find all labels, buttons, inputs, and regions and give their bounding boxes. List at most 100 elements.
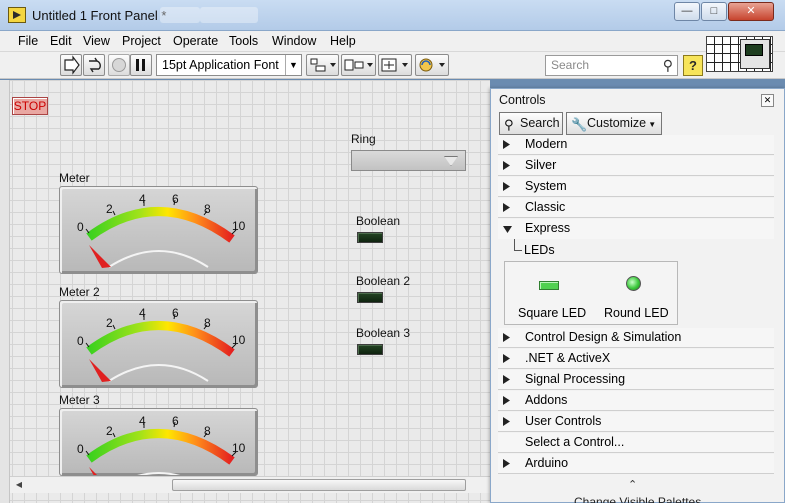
toolbar: 15pt Application Font ▼ Search ⚲ ? [0,52,785,79]
meter-scale-label: 0 [77,220,84,234]
palette-category-addons[interactable]: Addons [498,391,774,411]
meter-indicator[interactable]: 0 2 4 6 8 10 [59,186,258,274]
palette-category-modern[interactable]: Modern [498,135,774,155]
round-led-palette-item[interactable] [626,276,641,291]
align-objects-icon [310,58,336,72]
meter-scale-label: 10 [232,441,246,455]
category-label: System [525,179,567,193]
run-continuously-icon [89,57,101,73]
menu-tools[interactable]: Tools [229,34,258,48]
align-objects-button[interactable] [306,54,339,76]
palette-category-arduino[interactable]: Arduino [498,454,774,474]
square-led-label: Square LED [518,306,587,320]
menu-file[interactable]: File [18,34,38,48]
meter-scale-label: 2 [106,424,113,438]
scroll-left-arrow-icon[interactable]: ◀ [12,479,26,491]
meter-scale-label: 2 [106,316,113,330]
distribute-objects-icon [344,59,373,71]
meter-label: Meter [59,171,90,185]
meter-scale-label: 10 [232,219,246,233]
category-label: Express [525,221,571,235]
category-label: Signal Processing [525,372,626,386]
run-continuously-button[interactable] [83,54,105,76]
palette-category-signal-processing[interactable]: Signal Processing [498,370,774,390]
palette-category-classic[interactable]: Classic [498,198,774,218]
meter-scale-label: 0 [77,334,84,348]
meter-2-gauge [85,313,237,382]
boolean-3-label: Boolean 3 [356,326,411,340]
category-label: Select a Control... [525,435,625,449]
ring-control[interactable] [351,150,466,171]
category-label: User Controls [525,414,602,428]
pause-icon [136,59,145,71]
menu-window[interactable]: Window [272,34,316,48]
palette-category-system[interactable]: System [498,177,774,197]
stop-button-control[interactable]: STOP [12,97,48,115]
horizontal-scroll-thumb[interactable] [172,479,466,491]
menu-operate[interactable]: Operate [173,34,218,48]
search-placeholder: Search [551,58,590,72]
abort-button[interactable] [108,54,130,76]
collapsed-triangle-icon [503,333,510,342]
minimize-button[interactable]: — [674,2,700,21]
category-label: Arduino [525,456,569,470]
pause-button[interactable] [130,54,152,76]
font-selector[interactable]: 15pt Application Font ▼ [156,54,302,76]
distribute-objects-button[interactable] [341,54,376,76]
palette-subcategory-leds[interactable]: LEDs [514,239,555,257]
wrench-icon: 🔧 [571,117,588,132]
palette-search-button[interactable]: ⚲ Search [499,112,563,135]
font-selector-value: 15pt Application Font [162,58,279,72]
square-led-palette-item[interactable] [539,281,559,290]
palette-scroll-up-icon[interactable]: ⌃ [628,478,637,491]
collapsed-triangle-icon [503,203,510,212]
run-button[interactable] [60,54,82,76]
palette-category-user-controls[interactable]: User Controls [498,412,774,432]
palette-category-silver[interactable]: Silver [498,156,774,176]
search-input[interactable]: Search ⚲ [545,55,678,76]
resize-objects-button[interactable] [378,54,412,76]
close-button[interactable]: ✕ [728,2,774,21]
chevron-down-icon: ▼ [646,120,657,129]
boolean-2-led-indicator[interactable] [357,292,383,303]
meter-scale-label: 10 [232,333,246,347]
palette-customize-button[interactable]: 🔧 Customize ▼ [566,112,662,135]
vi-icon-connector-pane[interactable] [706,36,773,72]
search-icon[interactable]: ⚲ [663,57,673,74]
context-help-button[interactable]: ? [683,55,703,76]
category-label: Control Design & Simulation [525,330,682,344]
meter-2-indicator[interactable]: 0 2 4 6 8 10 [59,300,258,388]
collapsed-triangle-icon [503,375,510,384]
horizontal-scrollbar[interactable]: ◀ [10,476,490,493]
collapsed-triangle-icon [503,396,510,405]
palette-category-express[interactable]: Express [498,219,774,239]
meter-scale-label: 6 [172,414,179,428]
boolean-led-indicator[interactable] [357,232,383,243]
chevron-down-icon: ▼ [285,55,301,75]
category-label: .NET & ActiveX [525,351,611,365]
meter-scale-label: 8 [204,316,211,330]
ring-dropdown-arrow-icon[interactable] [444,156,458,166]
collapsed-triangle-icon [503,459,510,468]
boolean-3-led-indicator[interactable] [357,344,383,355]
reorder-button[interactable] [415,54,449,76]
collapsed-triangle-icon [503,161,510,170]
meter-scale-label: 4 [139,306,146,320]
maximize-button[interactable]: □ [701,2,727,21]
palette-category-dotnet-activex[interactable]: .NET & ActiveX [498,349,774,369]
palette-close-icon[interactable]: ✕ [761,94,774,107]
title-bar-ghost-decoration [200,7,258,23]
resize-objects-icon [381,58,408,72]
menu-edit[interactable]: Edit [50,34,72,48]
palette-category-control-design[interactable]: Control Design & Simulation [498,328,774,348]
menu-help[interactable]: Help [330,34,356,48]
palette-select-a-control[interactable]: Select a Control... [498,433,774,453]
menu-project[interactable]: Project [122,34,161,48]
meter-gauge [85,199,237,268]
category-label: Modern [525,137,568,151]
change-visible-palettes-button[interactable]: Change Visible Palettes... [574,495,711,503]
meter-3-indicator[interactable]: 0 2 4 6 8 10 [59,408,258,476]
meter-3-label: Meter 3 [59,393,100,407]
menu-view[interactable]: View [83,34,110,48]
collapsed-triangle-icon [503,354,510,363]
